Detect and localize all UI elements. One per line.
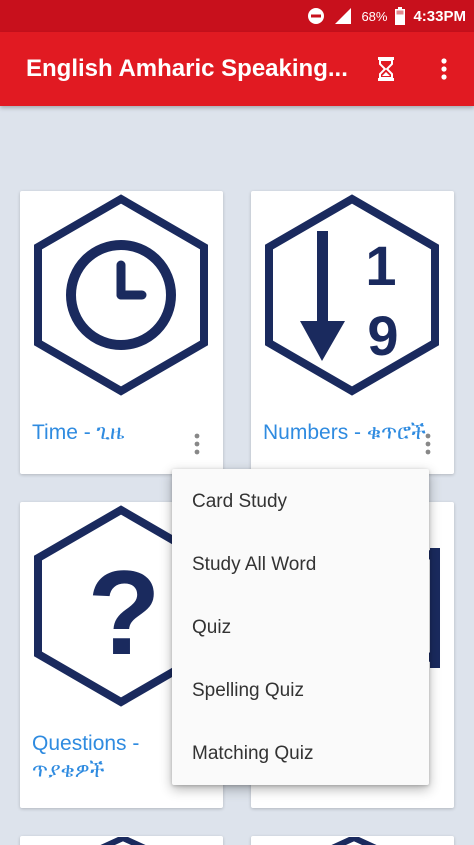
more-vert-icon bbox=[425, 433, 431, 455]
do-not-disturb-icon bbox=[307, 7, 325, 25]
menu-item-study-all-word[interactable]: Study All Word bbox=[172, 533, 429, 596]
status-bar: 68% 4:33PM bbox=[0, 0, 474, 32]
clock-icon bbox=[34, 194, 208, 396]
menu-item-matching-quiz[interactable]: Matching Quiz bbox=[172, 722, 429, 785]
hourglass-button[interactable] bbox=[372, 54, 400, 84]
app-title: English Amharic Speaking... bbox=[26, 55, 348, 82]
battery-percent: 68% bbox=[361, 8, 388, 24]
menu-item-spelling-quiz[interactable]: Spelling Quiz bbox=[172, 659, 429, 722]
card-label-numbers: Numbers - ቁጥሮች bbox=[263, 421, 426, 444]
card-bottom-left[interactable] bbox=[20, 836, 223, 845]
card-label-questions-line2: ጥያቄዎች bbox=[32, 759, 105, 782]
menu-item-card-study[interactable]: Card Study bbox=[172, 470, 429, 533]
hexagon-top-icon bbox=[100, 837, 146, 845]
card-time[interactable]: Time - ጊዜ bbox=[20, 191, 223, 474]
card-more-button[interactable] bbox=[419, 427, 437, 461]
hexagon-top-icon bbox=[331, 837, 377, 845]
card-label-questions-line1: Questions - bbox=[32, 732, 140, 755]
more-vert-icon bbox=[194, 433, 200, 455]
card-label-questions: Questions - ጥያቄዎች bbox=[32, 730, 139, 784]
svg-text:?: ? bbox=[87, 546, 160, 680]
card-bottom-right[interactable] bbox=[251, 836, 454, 845]
card-label-time: Time - ጊዜ bbox=[32, 421, 125, 444]
hourglass-icon bbox=[378, 57, 394, 81]
more-vert-icon bbox=[441, 58, 447, 80]
app-bar: English Amharic Speaking... bbox=[0, 32, 474, 106]
card-context-menu: Card Study Study All Word Quiz Spelling … bbox=[172, 469, 429, 785]
card-numbers[interactable]: 1 9 Numbers - ቁጥሮች bbox=[251, 191, 454, 474]
battery-icon bbox=[395, 7, 406, 25]
status-time: 4:33PM bbox=[413, 7, 466, 25]
status-icons: 68% 4:33PM bbox=[307, 0, 466, 32]
menu-item-quiz[interactable]: Quiz bbox=[172, 596, 429, 659]
overflow-menu-button[interactable] bbox=[430, 52, 458, 86]
svg-text:1: 1 bbox=[365, 234, 396, 297]
svg-text:9: 9 bbox=[367, 304, 398, 367]
numbers-sort-icon: 1 9 bbox=[265, 194, 439, 396]
signal-icon bbox=[333, 7, 353, 25]
card-more-button[interactable] bbox=[188, 427, 206, 461]
